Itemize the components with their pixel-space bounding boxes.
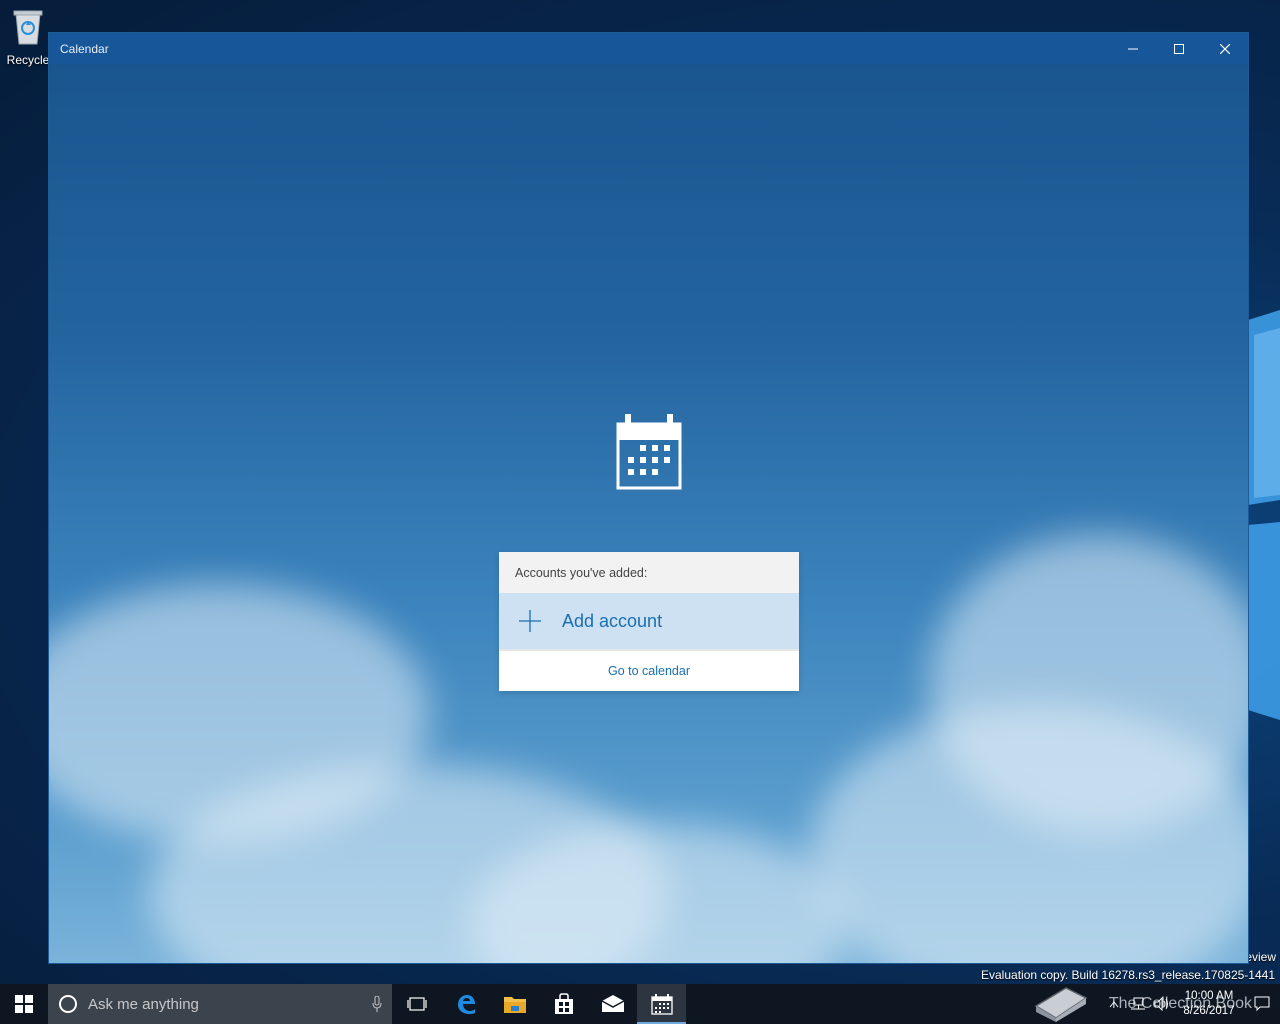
task-view-button[interactable]: [392, 984, 441, 1024]
system-tray: The Collection Book 10:00 AM 8/26/2017: [1109, 984, 1280, 1024]
accounts-panel: Accounts you've added: Add account Go to…: [499, 552, 799, 691]
notification-icon: [1254, 996, 1270, 1012]
accounts-header: Accounts you've added:: [499, 552, 799, 593]
clock-time: 10:00 AM: [1184, 990, 1234, 1002]
volume-icon: [1154, 997, 1168, 1011]
minimize-button[interactable]: [1110, 33, 1156, 64]
clock-date: 8/26/2017: [1183, 1005, 1235, 1017]
app-content: Accounts you've added: Add account Go to…: [49, 64, 1248, 963]
mail-icon: [601, 995, 624, 1012]
add-account-button[interactable]: Add account: [499, 593, 799, 649]
calendar-taskbar-button[interactable]: [637, 984, 686, 1024]
store-button[interactable]: [539, 984, 588, 1024]
build-watermark: Evaluation copy. Build 16278.rs3_release…: [981, 968, 1275, 982]
mail-button[interactable]: [588, 984, 637, 1024]
microphone-button[interactable]: [362, 984, 392, 1024]
taskbar: Ask me anything The Collection Book 10:0…: [0, 984, 1280, 1024]
search-box[interactable]: Ask me anything: [48, 984, 392, 1024]
action-center-button[interactable]: [1244, 984, 1280, 1024]
edge-icon: [457, 995, 475, 1014]
window-title: Calendar: [60, 41, 109, 56]
edge-button[interactable]: [441, 984, 490, 1024]
volume-button[interactable]: [1150, 984, 1174, 1024]
maximize-icon: [1174, 43, 1184, 54]
recycle-bin-icon: [13, 10, 43, 45]
maximize-button[interactable]: [1156, 33, 1202, 64]
close-button[interactable]: [1202, 33, 1248, 64]
add-account-label: Add account: [562, 610, 663, 631]
windows-icon: [15, 995, 33, 1013]
show-hidden-icons-button[interactable]: [1102, 984, 1126, 1024]
calendar-icon: [650, 994, 673, 1015]
file-explorer-icon: [503, 997, 526, 1013]
cloud: [809, 704, 1248, 963]
network-button[interactable]: [1126, 984, 1150, 1024]
title-bar[interactable]: Calendar: [49, 33, 1248, 64]
task-view-icon: [406, 997, 427, 1011]
file-explorer-button[interactable]: [490, 984, 539, 1024]
search-placeholder: Ask me anything: [88, 995, 199, 1013]
microphone-icon: [372, 996, 382, 1012]
go-to-calendar-link[interactable]: Go to calendar: [499, 649, 799, 691]
plus-icon: [519, 610, 541, 632]
chevron-up-icon: [1109, 1001, 1119, 1008]
close-icon: [1220, 43, 1230, 54]
cortana-icon: [59, 995, 77, 1013]
store-icon: [554, 993, 573, 1014]
network-icon: [1131, 997, 1145, 1010]
clock[interactable]: 10:00 AM 8/26/2017: [1174, 989, 1244, 1019]
calendar-icon: [616, 414, 682, 490]
calendar-window: Calendar Accounts you've added: Add acco…: [48, 32, 1249, 964]
start-button[interactable]: [0, 984, 48, 1024]
preview-label: eview: [1245, 950, 1276, 964]
minimize-icon: [1128, 48, 1138, 49]
